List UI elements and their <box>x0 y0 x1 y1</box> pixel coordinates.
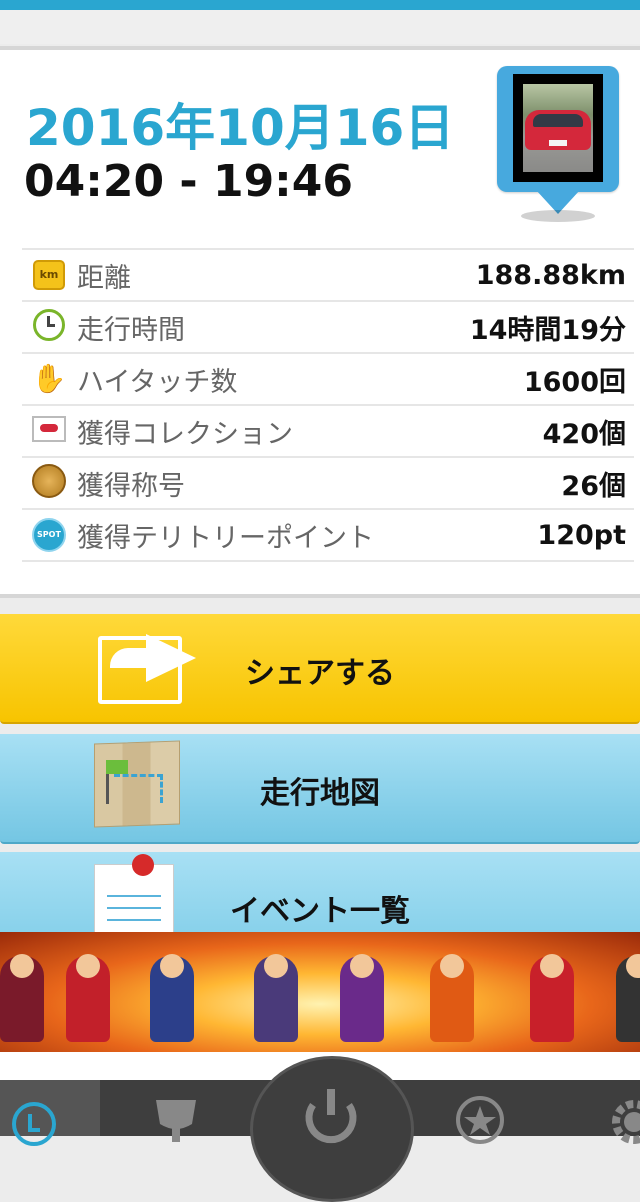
fighter-figure <box>0 954 44 1042</box>
stat-row-collection: 獲得コレクション 420個 <box>22 405 634 457</box>
trophy-icon <box>156 1100 196 1142</box>
tab-favorites[interactable] <box>410 1080 550 1144</box>
stat-row-distance: km 距離 188.88km <box>22 249 634 301</box>
tab-trophy[interactable] <box>100 1080 250 1142</box>
clock-icon <box>33 309 65 341</box>
drive-map-label: 走行地図 <box>260 776 380 811</box>
drive-date: 2016年10月16日 <box>26 99 455 157</box>
km-icon: km <box>33 260 65 290</box>
fighter-figure <box>530 954 574 1042</box>
stat-row-high-fives: ✋ ハイタッチ数 1600回 <box>22 353 634 405</box>
share-button[interactable]: シェアする <box>0 614 640 724</box>
photo-pin-button[interactable] <box>497 66 619 192</box>
pin-shadow <box>521 210 595 222</box>
tab-history[interactable] <box>0 1080 100 1146</box>
event-list-label: イベント一覧 <box>230 894 410 929</box>
spot-icon: SPOT <box>32 518 66 552</box>
tab-settings[interactable] <box>560 1080 640 1144</box>
stats-table: km 距離 188.88km 走行時間 14時間19分 ✋ ハイタッチ数 160… <box>22 248 634 562</box>
car-card-icon <box>32 416 66 442</box>
clock-tab-icon <box>12 1102 56 1146</box>
fighter-figure <box>150 954 194 1042</box>
stat-row-drive-time: 走行時間 14時間19分 <box>22 301 634 353</box>
drive-map-button[interactable]: 走行地図 <box>0 734 640 844</box>
medal-icon <box>32 464 66 498</box>
stat-value: 26個 <box>561 470 626 502</box>
stat-label: 走行時間 <box>77 314 185 346</box>
top-spacer <box>0 10 640 44</box>
fighter-figure <box>616 954 640 1042</box>
fighter-figure <box>340 954 384 1042</box>
stat-value: 420個 <box>542 418 626 450</box>
gear-icon <box>612 1100 640 1144</box>
power-icon <box>305 1089 357 1144</box>
drive-time-range: 04:20 - 19:46 <box>24 156 354 207</box>
stat-value: 14時間19分 <box>469 314 626 346</box>
stat-value: 1600回 <box>523 366 626 398</box>
push-pin-icon <box>132 854 154 876</box>
stat-value: 120pt <box>537 519 626 551</box>
drive-summary-card: 2016年10月16日 04:20 - 19:46 km 距離 188.88km… <box>0 46 640 598</box>
high-five-icon: ✋ <box>31 362 67 395</box>
event-list-button[interactable]: イベント一覧 <box>0 852 640 940</box>
share-button-label: シェアする <box>245 656 395 691</box>
fighter-figure <box>66 954 110 1042</box>
stat-row-territory: SPOT 獲得テリトリーポイント 120pt <box>22 509 634 561</box>
stat-label: 獲得テリトリーポイント <box>77 522 374 554</box>
fighter-figure <box>254 954 298 1042</box>
stat-value: 188.88km <box>475 259 626 291</box>
stat-row-titles: 獲得称号 26個 <box>22 457 634 509</box>
power-button[interactable] <box>250 1056 414 1202</box>
star-tab-icon <box>456 1096 504 1144</box>
stat-label: 距離 <box>77 262 131 294</box>
car-photo <box>513 74 603 182</box>
stat-label: ハイタッチ数 <box>77 366 238 398</box>
fighters-banner-ad[interactable] <box>0 932 640 1052</box>
top-accent-bar <box>0 0 640 10</box>
stat-label: 獲得称号 <box>77 470 185 502</box>
fighter-figure <box>430 954 474 1042</box>
stat-label: 獲得コレクション <box>77 418 293 450</box>
